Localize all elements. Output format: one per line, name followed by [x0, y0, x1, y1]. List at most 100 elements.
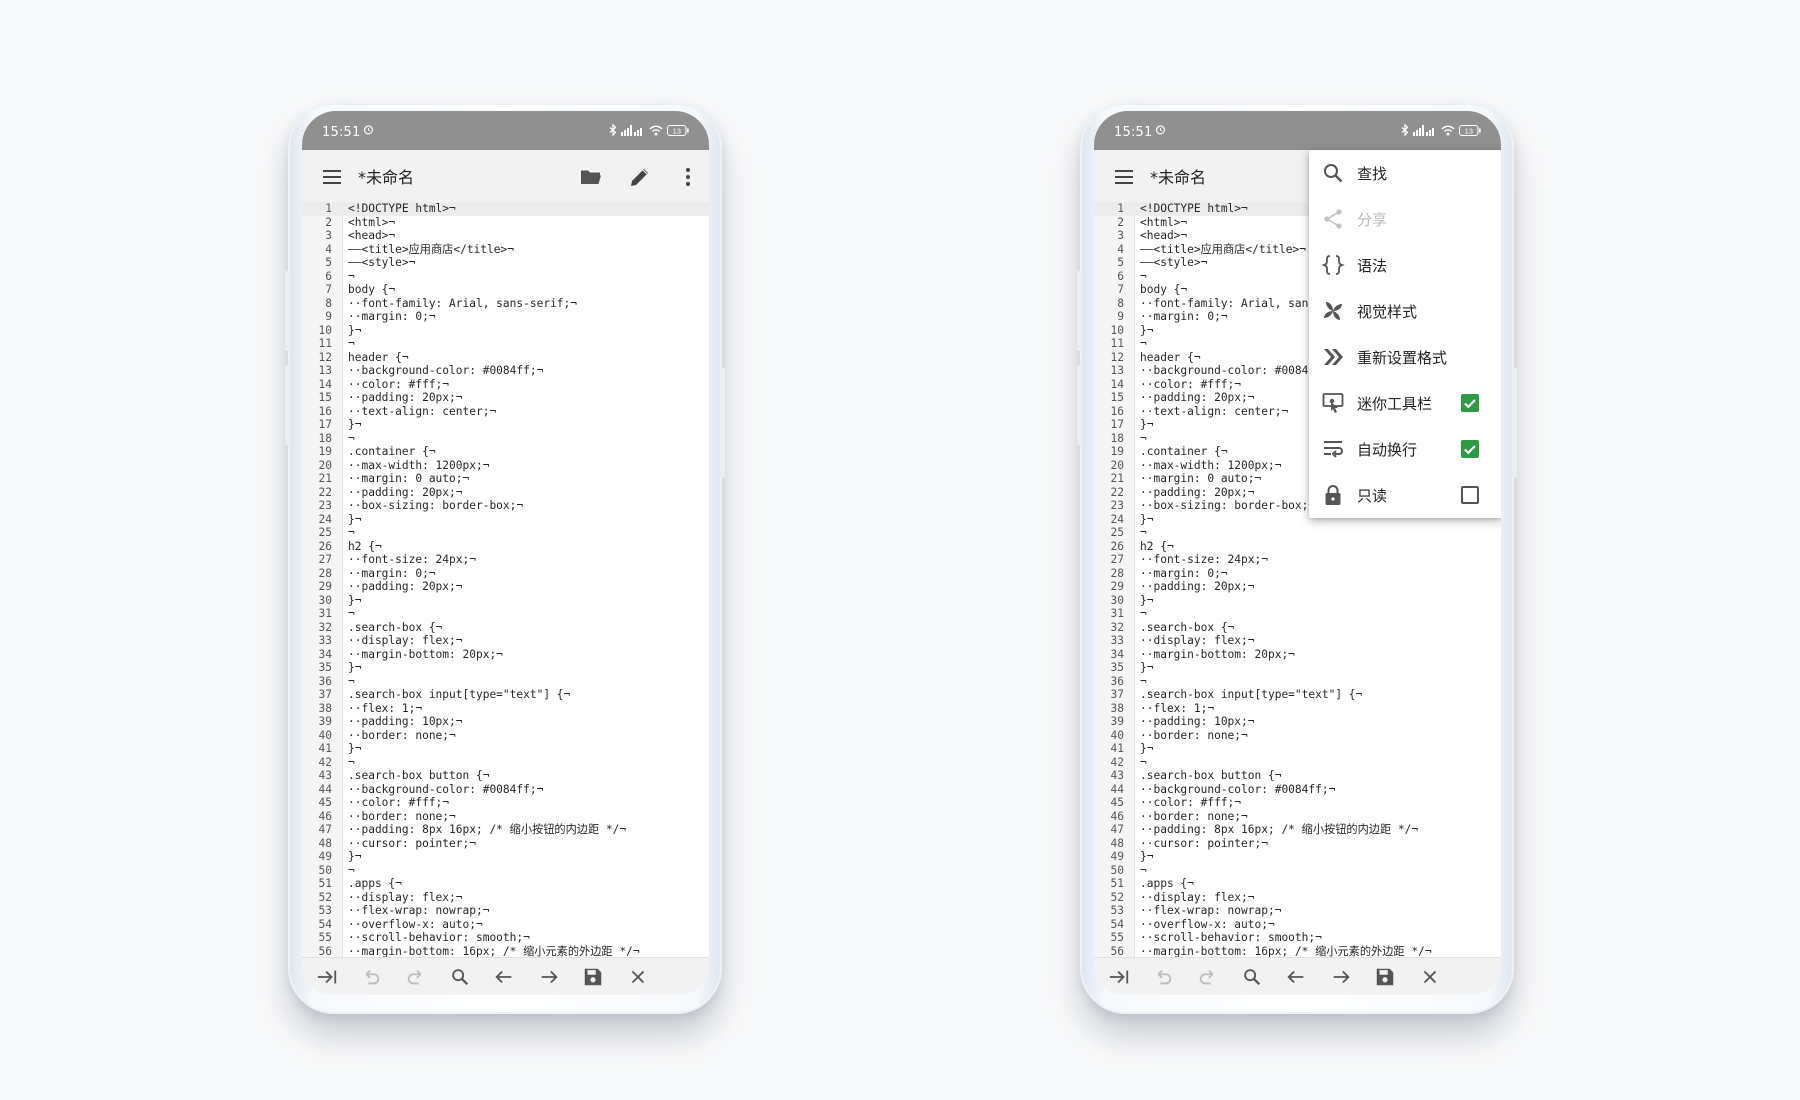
menu-item-visual-style[interactable]: 视觉样式: [1309, 288, 1501, 334]
folder-open-icon[interactable]: [579, 165, 603, 189]
menu-item-find[interactable]: 查找: [1309, 150, 1501, 196]
line-number: 38: [1110, 701, 1124, 715]
close-icon[interactable]: [627, 966, 649, 988]
line-text: .container {¬: [348, 445, 436, 458]
line-text: }¬: [348, 661, 362, 674]
line-number: 19: [1110, 445, 1124, 458]
line-text: ··font-size: 24px;¬: [348, 553, 476, 566]
code-line: 1 <!DOCTYPE html>¬: [302, 202, 709, 216]
line-text: ——<style>¬: [348, 256, 416, 269]
line-text: }¬: [348, 850, 362, 863]
line-number: 20: [318, 458, 332, 472]
arrow-right-icon[interactable]: [538, 966, 560, 988]
redo-icon[interactable]: [1197, 966, 1219, 988]
code-line: 36 ¬: [302, 675, 709, 689]
search-icon[interactable]: [1241, 966, 1263, 988]
arrow-left-icon[interactable]: [493, 966, 515, 988]
menu-item-label: 重新设置格式: [1357, 349, 1448, 367]
read-only-checkbox[interactable]: [1461, 486, 1479, 504]
menu-icon[interactable]: [320, 165, 344, 189]
line-number: 43: [1110, 769, 1124, 782]
line-text: ··color: #fff;¬: [1140, 377, 1242, 391]
status-icons: 13: [609, 124, 689, 136]
line-text: ··display: flex;¬: [1140, 634, 1255, 647]
line-number: 56: [1110, 944, 1124, 958]
arrow-right-icon[interactable]: [1330, 966, 1352, 988]
line-text: }¬: [348, 512, 362, 526]
line-text: ··flex: 1;¬: [348, 701, 423, 715]
code-line: 44 ··background-color: #0084ff;¬: [302, 783, 709, 797]
line-text: .container {¬: [1140, 445, 1228, 458]
line-text: <head>¬: [1140, 229, 1188, 242]
code-line: 13 ··background-color: #0084ff;¬: [302, 364, 709, 378]
code-editor[interactable]: 1 <!DOCTYPE html>¬ 2 <html>¬ 3 <head>¬ 4 ——<tit…: [302, 202, 709, 957]
status-bar: 15:51 13: [302, 111, 709, 150]
redo-icon[interactable]: [405, 966, 427, 988]
alarm-icon: [363, 125, 374, 135]
code-line: 27 ··font-size: 24px;¬: [302, 553, 709, 567]
code-line: 44 ··background-color: #0084ff;¬: [1094, 783, 1501, 797]
line-number: 36: [318, 674, 332, 688]
line-text: header {¬: [348, 350, 409, 364]
code-line: 36 ¬: [1094, 675, 1501, 689]
undo-icon[interactable]: [1152, 966, 1174, 988]
line-number: 34: [1110, 647, 1124, 661]
code-line: 21 ··margin: 0 auto;¬: [302, 472, 709, 486]
document-title: *未命名: [1150, 168, 1207, 187]
line-number: 49: [318, 850, 332, 863]
pencil-icon[interactable]: [628, 165, 652, 189]
code-line: 22 ··padding: 20px;¬: [302, 486, 709, 500]
code-line: 15 ··padding: 20px;¬: [302, 391, 709, 405]
phone-screen: 15:51 13 *未命名 1 <!DOCTYPE html>¬ 2 <html>¬ 3…: [302, 111, 709, 995]
menu-item-reformat[interactable]: 重新设置格式: [1309, 334, 1501, 380]
line-number: 41: [1110, 742, 1124, 755]
menu-icon[interactable]: [1112, 165, 1136, 189]
overflow-menu: 查找 分享 语法 视觉样式 重新设置格式 迷你工具栏 自动换行 只读: [1309, 150, 1501, 518]
line-number: 31: [318, 607, 332, 620]
line-number: 56: [318, 944, 332, 958]
save-icon[interactable]: [1374, 966, 1396, 988]
line-number: 26: [1110, 539, 1124, 553]
line-text: ··margin-bottom: 20px;¬: [348, 647, 503, 661]
code-line: 34 ··margin-bottom: 20px;¬: [1094, 648, 1501, 662]
menu-item-word-wrap[interactable]: 自动换行: [1309, 426, 1501, 472]
code-line: 5 ——<style>¬: [302, 256, 709, 270]
menu-item-read-only[interactable]: 只读: [1309, 472, 1501, 518]
line-text: ··margin: 0;¬: [1140, 566, 1228, 580]
menu-item-label: 查找: [1357, 165, 1388, 183]
line-text: .search-box input[type="text"] {¬: [1140, 688, 1363, 701]
close-icon[interactable]: [1419, 966, 1441, 988]
line-number: 26: [318, 539, 332, 553]
word-wrap-checkbox[interactable]: [1461, 440, 1479, 458]
code-line: 10}¬: [302, 324, 709, 338]
menu-item-mini-toolbar[interactable]: 迷你工具栏: [1309, 380, 1501, 426]
code-line: 42 ¬: [1094, 756, 1501, 770]
line-number: 24: [1110, 512, 1124, 526]
line-number: 17: [1110, 418, 1124, 431]
code-line: 9 ··margin: 0;¬: [302, 310, 709, 324]
arrow-left-icon[interactable]: [1285, 966, 1307, 988]
code-line: 45 ··color: #fff;¬: [302, 796, 709, 810]
line-number: 29: [1110, 580, 1124, 593]
line-number: 54: [318, 917, 332, 931]
code-line: 43 .search-box button {¬: [1094, 769, 1501, 783]
line-number: 19: [318, 445, 332, 458]
tab-icon[interactable]: [316, 966, 338, 988]
code-line: 25 ¬: [302, 526, 709, 540]
line-number: 37: [1110, 688, 1124, 701]
code-line: 49 }¬: [302, 850, 709, 864]
line-number: 2: [1117, 215, 1124, 229]
line-number: 15: [1110, 391, 1124, 404]
menu-item-syntax[interactable]: 语法: [1309, 242, 1501, 288]
code-line: 8 ··font-family: Arial, sans-serif;¬: [302, 297, 709, 311]
save-icon[interactable]: [582, 966, 604, 988]
line-number: 11: [1110, 337, 1124, 350]
code-line: 40 ··border: none;¬: [302, 729, 709, 743]
code-line: 11 ¬: [302, 337, 709, 351]
search-icon[interactable]: [449, 966, 471, 988]
line-number: 49: [1110, 850, 1124, 863]
mini-toolbar-checkbox[interactable]: [1461, 394, 1479, 412]
more-vert-icon[interactable]: [676, 165, 700, 189]
undo-icon[interactable]: [360, 966, 382, 988]
tab-icon[interactable]: [1108, 966, 1130, 988]
